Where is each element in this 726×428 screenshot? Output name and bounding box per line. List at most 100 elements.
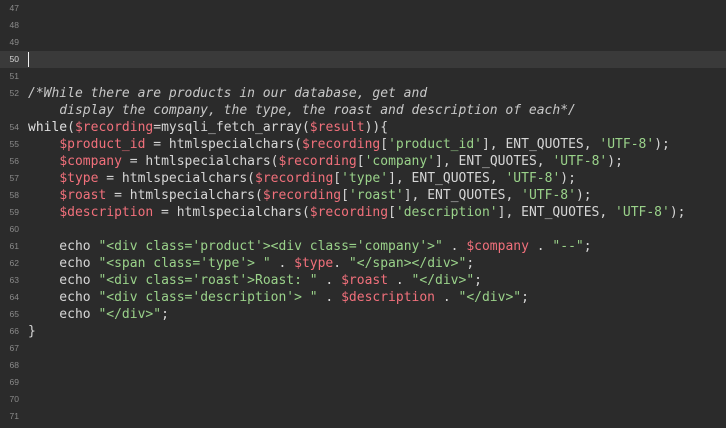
code-text: } (28, 323, 36, 340)
code-line[interactable]: 60 (0, 221, 726, 238)
line-number: 68 (9, 360, 19, 370)
code-token-string: "<span class='type'> " (98, 256, 271, 271)
line-number: 71 (9, 411, 19, 421)
code-token-default: . (528, 239, 553, 254)
code-token-variable: $type (59, 171, 99, 186)
code-token-string: "<div class='description'> " (98, 290, 318, 305)
code-line[interactable]: 57 $type = htmlspecialchars($recording['… (0, 170, 726, 187)
code-token-default (28, 154, 59, 169)
code-token-default: . (388, 273, 412, 288)
code-line[interactable]: 47 (0, 0, 726, 17)
code-editor[interactable]: 47 48 49 50 51 52 /*While there are products i… (0, 0, 726, 428)
code-token-default: = htmlspecialchars( (121, 154, 279, 169)
code-token-default (28, 137, 59, 152)
code-token-default: } (28, 324, 36, 339)
code-line[interactable]: 58 $roast = htmlspecialchars($recording[… (0, 187, 726, 204)
active-code-line[interactable]: 50 (0, 51, 726, 68)
code-token-default: [ (341, 188, 349, 203)
code-line[interactable]: 68 (0, 357, 726, 374)
code-token-variable: $recording (255, 171, 334, 186)
code-token-comment: /*While there are products in our databa… (28, 86, 428, 101)
code-text: echo "</div>"; (28, 306, 169, 323)
code-token-variable: $roast (341, 273, 389, 288)
code-line[interactable]: 55 $product_id = htmlspecialchars($recor… (0, 136, 726, 153)
code-text: $roast = htmlspecialchars($recording['ro… (28, 187, 591, 204)
code-token-default: = htmlspecialchars( (145, 137, 302, 152)
code-token-default: . (442, 239, 467, 254)
code-text: $description = htmlspecialchars($recordi… (28, 204, 686, 221)
line-number: 70 (9, 394, 19, 404)
code-token-default: [ (380, 137, 389, 152)
code-line[interactable]: 69 (0, 374, 726, 391)
line-number: 48 (9, 20, 19, 30)
code-token-default: ; (521, 290, 529, 305)
code-token-string: "--" (552, 239, 584, 254)
code-text: $company = htmlspecialchars($recording['… (28, 153, 623, 170)
code-area[interactable]: 47 48 49 50 51 52 /*While there are products i… (0, 0, 726, 428)
code-line[interactable]: 51 (0, 68, 726, 85)
code-token-string: 'UTF-8' (521, 188, 576, 203)
code-token-default: = htmlspecialchars( (98, 171, 255, 186)
code-token-default: = htmlspecialchars( (153, 205, 310, 220)
code-line[interactable]: 70 (0, 391, 726, 408)
code-token-variable: $description (59, 205, 154, 220)
code-token-default: ); (669, 205, 686, 220)
code-token-default: ], ENT_QUOTES, (403, 188, 522, 203)
code-line[interactable]: 62 echo "<span class='type'> " . $type. … (0, 255, 726, 272)
code-token-default: ], ENT_QUOTES, (435, 154, 553, 169)
code-token-variable: $company (466, 239, 529, 254)
code-token-default: ], ENT_QUOTES, (481, 137, 600, 152)
code-token-variable: $type (294, 256, 334, 271)
code-token-default: ); (607, 154, 623, 169)
code-line[interactable]: 67 (0, 340, 726, 357)
code-text: display the company, the type, the roast… (28, 102, 576, 119)
code-token-string: 'product_id' (388, 137, 482, 152)
code-line[interactable]: 48 (0, 17, 726, 34)
code-token-default: ; (583, 239, 592, 254)
code-token-variable: $description (341, 290, 436, 305)
code-token-default: =mysqli_fetch_array( (153, 120, 310, 135)
code-line[interactable]: 65 echo "</div>"; (0, 306, 726, 323)
code-token-default: echo (28, 307, 99, 322)
code-token-variable: $recording (262, 188, 342, 203)
code-token-default (28, 205, 59, 220)
line-number: 69 (9, 377, 19, 387)
text-cursor (28, 52, 29, 67)
code-line[interactable]: 49 (0, 34, 726, 51)
code-line[interactable]: display the company, the type, the roast… (0, 102, 726, 119)
code-line[interactable]: 52 /*While there are products in our data… (0, 85, 726, 102)
code-line[interactable]: 64 echo "<div class='description'> " . $… (0, 289, 726, 306)
code-token-variable: $recording (278, 154, 357, 169)
code-token-default: [ (356, 154, 365, 169)
code-token-string: 'UTF-8' (505, 171, 561, 186)
code-token-variable: $recording (301, 137, 381, 152)
line-number: 63 (9, 275, 19, 285)
code-token-string: "<div class='product'><div class='compan… (98, 239, 443, 254)
code-token-comment: display the company, the type, the roast… (28, 103, 576, 118)
code-line[interactable]: 54 while($recording=mysqli_fetch_array($r… (0, 119, 726, 136)
line-number (0, 102, 19, 119)
code-line[interactable]: 61 echo "<div class='product'><div class… (0, 238, 726, 255)
code-line[interactable]: 63 echo "<div class='roast'>Roast: " . $… (0, 272, 726, 289)
code-token-default: ); (654, 137, 670, 152)
code-token-variable: $company (59, 154, 122, 169)
code-token-variable: $product_id (59, 137, 146, 152)
code-token-default: ; (466, 256, 475, 271)
code-line[interactable]: 71 (0, 408, 726, 425)
code-token-string: 'UTF-8' (599, 137, 655, 152)
code-text: while($recording=mysqli_fetch_array($res… (28, 119, 388, 136)
code-line[interactable]: 59 $description = htmlspecialchars($reco… (0, 204, 726, 221)
code-token-default: [ (333, 171, 342, 186)
line-number: 54 (9, 122, 19, 132)
code-token-default: . (333, 256, 349, 271)
code-token-variable: $recording (309, 205, 389, 220)
code-token-variable: $result (309, 120, 365, 135)
code-line[interactable]: 66} (0, 323, 726, 340)
code-line[interactable]: 56 $company = htmlspecialchars($recordin… (0, 153, 726, 170)
code-token-default (28, 188, 59, 203)
code-token-default: ( (67, 120, 75, 135)
code-token-default: ], ENT_QUOTES, (388, 171, 506, 186)
line-number: 56 (9, 156, 19, 166)
code-text: $type = htmlspecialchars($recording['typ… (28, 170, 576, 187)
line-number: 67 (9, 343, 19, 353)
